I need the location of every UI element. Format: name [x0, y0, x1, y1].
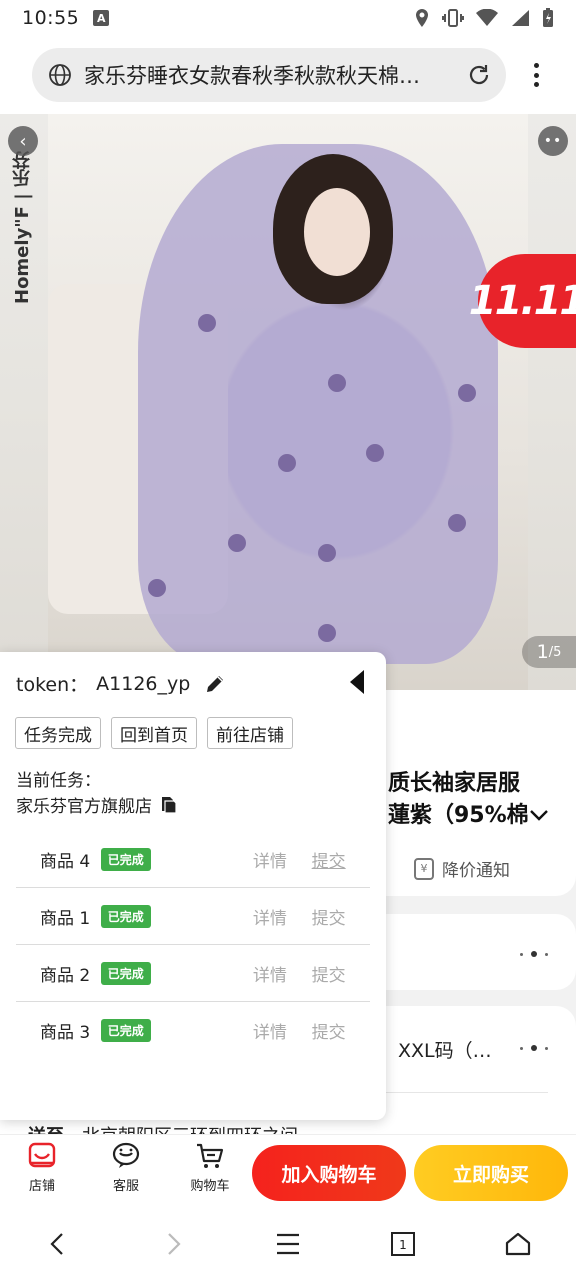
more-dots-icon[interactable] [520, 1044, 548, 1052]
token-value: A1126_yp [96, 672, 191, 695]
status-icons [414, 8, 554, 28]
add-to-cart-button[interactable]: 加入购物车 [252, 1145, 406, 1201]
detail-link[interactable]: 详情 [253, 945, 312, 1002]
item-name: 商品 2 [40, 965, 91, 986]
detail-link[interactable]: 详情 [253, 1002, 312, 1059]
submit-link[interactable]: 提交 [312, 945, 370, 1002]
status-badge: 已完成 [100, 961, 151, 985]
submit-link[interactable]: 提交 [312, 831, 370, 888]
table-row: 商品 3 已完成 详情 提交 [16, 1002, 370, 1059]
detail-link[interactable]: 详情 [253, 888, 312, 945]
store-icon [28, 1142, 56, 1168]
current-task-value: 家乐芬官方旗舰店 [16, 792, 178, 817]
status-badge: 已完成 [100, 1018, 151, 1042]
token-row: token： A1126_yp [16, 670, 226, 697]
location-icon [416, 9, 428, 27]
svg-text:1: 1 [399, 1238, 407, 1252]
back-chevron-icon [50, 1233, 63, 1255]
price-tag-icon: ¥ [414, 857, 434, 880]
submit-link[interactable]: 提交 [312, 1002, 370, 1059]
forward-chevron-icon [168, 1233, 181, 1255]
hamburger-icon [276, 1233, 299, 1255]
collapse-triangle-icon[interactable] [346, 668, 368, 696]
status-badge: 已完成 [100, 904, 151, 928]
status-bar: 10:55 A [0, 0, 576, 36]
cart-tab[interactable]: 购物车 [180, 1141, 240, 1194]
url-text[interactable]: 家乐芬睡衣女款春秋季秋款秋天棉… [84, 60, 454, 90]
nav-menu-button[interactable] [266, 1222, 310, 1266]
back-home-button[interactable]: 回到首页 [111, 717, 197, 749]
notification-a-icon: A [93, 10, 110, 26]
browser-menu-icon[interactable] [526, 60, 546, 90]
item-name: 商品 3 [40, 1022, 91, 1043]
status-time: 10:55 [22, 7, 80, 29]
sku-selection[interactable]: XXL码（… [398, 1036, 492, 1063]
product-photo [48, 114, 528, 690]
task-panel: token： A1126_yp 任务完成 回到首页 前往店铺 当前任务： 家乐芬… [0, 652, 386, 1120]
buy-now-button[interactable]: 立即购买 [414, 1145, 568, 1201]
table-row: 商品 4 已完成 详情 提交 [16, 831, 370, 888]
brand-watermark: Homely"F | 乐芬 [12, 150, 33, 304]
shipping-row[interactable]: 送至北京朝阳区三环到四环之间 [28, 1122, 298, 1134]
product-image-gallery[interactable]: Homely"F | 乐芬 ‹ •• 11.11 1/5 [0, 114, 576, 690]
battery-icon [543, 8, 553, 27]
task-items-table: 商品 4 已完成 详情 提交 商品 1 已完成 详情 提交 商品 2 已完成 详… [15, 830, 371, 1059]
reload-icon[interactable] [466, 62, 492, 88]
detail-link[interactable]: 详情 [253, 831, 312, 888]
nav-home-button[interactable] [496, 1222, 540, 1266]
globe-icon [49, 64, 71, 86]
more-options-icon[interactable]: •• [538, 126, 568, 156]
product-title: 质长袖家居服 蓮紫（95%棉 [388, 768, 549, 832]
nav-tabs-button[interactable]: 1 [381, 1222, 425, 1266]
customer-service-tab[interactable]: 客服 [96, 1141, 156, 1194]
cart-icon [197, 1143, 224, 1168]
price-notify-button[interactable]: ¥ 降价通知 [414, 856, 510, 881]
task-complete-button[interactable]: 任务完成 [15, 717, 101, 749]
submit-link[interactable]: 提交 [312, 888, 370, 945]
divider [380, 1092, 548, 1093]
tabs-icon: 1 [391, 1232, 416, 1256]
item-name: 商品 1 [40, 908, 91, 929]
vibrate-icon [442, 9, 464, 27]
panel-actions: 任务完成 回到首页 前往店铺 [15, 717, 293, 749]
current-task-label: 当前任务： [16, 771, 101, 791]
token-label: token： [16, 674, 89, 696]
status-badge: 已完成 [100, 847, 151, 871]
address-bar[interactable]: 家乐芬睡衣女款春秋季秋款秋天棉… [32, 48, 506, 102]
expand-chevron-icon[interactable] [529, 808, 549, 822]
bottom-action-bar: 店铺 客服 购物车 加入购物车 立即购买 [0, 1134, 576, 1208]
table-row: 商品 1 已完成 详情 提交 [16, 888, 370, 945]
table-row: 商品 2 已完成 详情 提交 [16, 945, 370, 1002]
nav-forward-button[interactable] [151, 1222, 195, 1266]
go-to-store-button[interactable]: 前往店铺 [207, 717, 293, 749]
chat-icon [112, 1142, 140, 1168]
store-tab[interactable]: 店铺 [12, 1141, 72, 1194]
nav-back-button[interactable] [36, 1222, 80, 1266]
browser-toolbar: 家乐芬睡衣女款春秋季秋款秋天棉… [0, 36, 576, 114]
back-arrow-icon[interactable]: ‹ [8, 126, 38, 156]
edit-pencil-icon[interactable] [204, 673, 226, 695]
item-name: 商品 4 [40, 851, 91, 872]
image-pager: 1/5 [522, 636, 576, 668]
wifi-icon [476, 9, 498, 26]
promo-1111-badge: 11.11 [469, 254, 576, 348]
more-dots-icon[interactable] [520, 950, 548, 958]
browser-nav-bar: 1 [0, 1208, 576, 1280]
home-icon [506, 1232, 531, 1256]
signal-icon [512, 10, 529, 26]
copy-icon[interactable] [158, 795, 178, 815]
